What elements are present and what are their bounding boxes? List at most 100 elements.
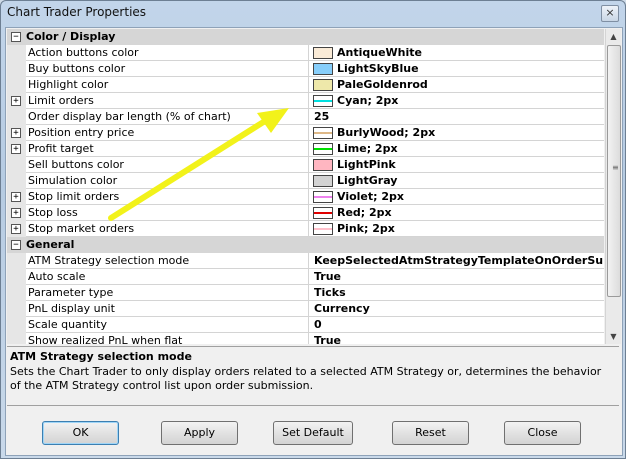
property-value[interactable]: LightSkyBlue	[309, 61, 604, 77]
property-row[interactable]: ATM Strategy selection mode KeepSelectedA…	[7, 253, 604, 269]
property-value-text: Currency	[314, 302, 370, 315]
property-name: PnL display unit	[26, 301, 309, 317]
property-row[interactable]: Auto scale True	[7, 269, 604, 285]
property-row[interactable]: + Stop loss Red; 2px	[7, 205, 604, 221]
ok-button[interactable]: OK	[42, 421, 119, 445]
property-row[interactable]: + Position entry price BurlyWood; 2px	[7, 125, 604, 141]
color-swatch-icon	[313, 95, 333, 107]
close-button[interactable]: Close	[504, 421, 581, 445]
category-gutter: −	[7, 237, 26, 253]
category-label: General	[26, 238, 75, 251]
category-label: Color / Display	[26, 30, 116, 43]
property-value[interactable]: Pink; 2px	[309, 221, 604, 237]
line-style-preview	[314, 148, 332, 150]
property-value[interactable]: 0	[309, 317, 604, 333]
property-value[interactable]: AntiqueWhite	[309, 45, 604, 61]
property-value[interactable]: 25	[309, 109, 604, 125]
color-swatch-icon	[313, 79, 333, 91]
row-gutter	[7, 77, 26, 93]
scroll-down-icon[interactable]: ▼	[606, 329, 621, 344]
row-gutter	[7, 253, 26, 269]
property-value[interactable]: LightPink	[309, 157, 604, 173]
collapse-icon[interactable]: −	[11, 240, 21, 250]
expand-icon[interactable]: +	[11, 96, 21, 106]
property-value-text: Ticks	[314, 286, 346, 299]
property-value-text: True	[314, 334, 342, 344]
property-value[interactable]: PaleGoldenrod	[309, 77, 604, 93]
property-value[interactable]: Currency	[309, 301, 604, 317]
line-style-preview	[314, 212, 332, 214]
property-value[interactable]: Violet; 2px	[309, 189, 604, 205]
property-value-text: Pink; 2px	[337, 222, 395, 235]
collapse-icon[interactable]: −	[11, 32, 21, 42]
property-row[interactable]: Order display bar length (% of chart) 25	[7, 109, 604, 125]
property-row[interactable]: Show realized PnL when flat True	[7, 333, 604, 344]
title-bar: Chart Trader Properties ×	[1, 1, 625, 25]
color-swatch-icon	[313, 175, 333, 187]
property-value-text: Red; 2px	[337, 206, 392, 219]
property-row[interactable]: Buy buttons color LightSkyBlue	[7, 61, 604, 77]
property-value-text: Lime; 2px	[337, 142, 398, 155]
row-gutter	[7, 173, 26, 189]
color-swatch-icon	[313, 207, 333, 219]
property-name: Show realized PnL when flat	[26, 333, 309, 344]
expand-icon[interactable]: +	[11, 144, 21, 154]
help-description: Sets the Chart Trader to only display or…	[10, 365, 602, 392]
property-value-text: BurlyWood; 2px	[337, 126, 436, 139]
scroll-up-icon[interactable]: ▲	[606, 29, 621, 44]
properties-dialog: Chart Trader Properties × − Color / Disp…	[0, 0, 626, 459]
row-gutter: +	[7, 125, 26, 141]
property-row[interactable]: + Stop market orders Pink; 2px	[7, 221, 604, 237]
property-value-text: 0	[314, 318, 322, 331]
line-style-preview	[314, 132, 332, 134]
scroll-thumb[interactable]: ≡	[607, 45, 621, 297]
property-row[interactable]: Simulation color LightGray	[7, 173, 604, 189]
property-row[interactable]: Parameter type Ticks	[7, 285, 604, 301]
property-name: Limit orders	[26, 93, 309, 109]
property-row[interactable]: Action buttons color AntiqueWhite	[7, 45, 604, 61]
property-value[interactable]: Red; 2px	[309, 205, 604, 221]
apply-button[interactable]: Apply	[161, 421, 238, 445]
row-gutter	[7, 333, 26, 344]
property-row[interactable]: + Stop limit orders Violet; 2px	[7, 189, 604, 205]
property-value[interactable]: BurlyWood; 2px	[309, 125, 604, 141]
expand-icon[interactable]: +	[11, 208, 21, 218]
row-gutter: +	[7, 221, 26, 237]
property-value-text: AntiqueWhite	[337, 46, 422, 59]
expand-icon[interactable]: +	[11, 192, 21, 202]
expand-icon[interactable]: +	[11, 128, 21, 138]
property-name: Highlight color	[26, 77, 309, 93]
property-row[interactable]: + Limit orders Cyan; 2px	[7, 93, 604, 109]
property-value-text: KeepSelectedAtmStrategyTemplateOnOrderSu…	[314, 254, 604, 267]
help-title: ATM Strategy selection mode	[10, 350, 192, 363]
property-row[interactable]: + Profit target Lime; 2px	[7, 141, 604, 157]
category-general[interactable]: − General	[7, 237, 604, 253]
property-value[interactable]: Cyan; 2px	[309, 93, 604, 109]
property-row[interactable]: PnL display unit Currency	[7, 301, 604, 317]
property-value[interactable]: KeepSelectedAtmStrategyTemplateOnOrderSu…	[309, 253, 604, 269]
property-value[interactable]: Ticks	[309, 285, 604, 301]
property-value-text: Violet; 2px	[337, 190, 404, 203]
property-name: Buy buttons color	[26, 61, 309, 77]
property-name: Stop loss	[26, 205, 309, 221]
color-swatch-icon	[313, 159, 333, 171]
property-row[interactable]: Sell buttons color LightPink	[7, 157, 604, 173]
color-swatch-icon	[313, 191, 333, 203]
reset-button[interactable]: Reset	[392, 421, 469, 445]
expand-icon[interactable]: +	[11, 224, 21, 234]
property-row[interactable]: Highlight color PaleGoldenrod	[7, 77, 604, 93]
property-value-text: LightSkyBlue	[337, 62, 419, 75]
property-name: ATM Strategy selection mode	[26, 253, 309, 269]
category-gutter: −	[7, 29, 26, 45]
set-default-button[interactable]: Set Default	[273, 421, 353, 445]
property-value-text: 25	[314, 110, 330, 123]
property-value[interactable]: True	[309, 333, 604, 344]
close-window-icon[interactable]: ×	[601, 5, 619, 22]
property-value[interactable]: True	[309, 269, 604, 285]
property-value[interactable]: Lime; 2px	[309, 141, 604, 157]
property-value[interactable]: LightGray	[309, 173, 604, 189]
vertical-scrollbar[interactable]: ▲ ≡ ▼	[605, 29, 621, 344]
window-title: Chart Trader Properties	[7, 5, 147, 19]
category-color-display[interactable]: − Color / Display	[7, 29, 604, 45]
property-row[interactable]: Scale quantity 0	[7, 317, 604, 333]
